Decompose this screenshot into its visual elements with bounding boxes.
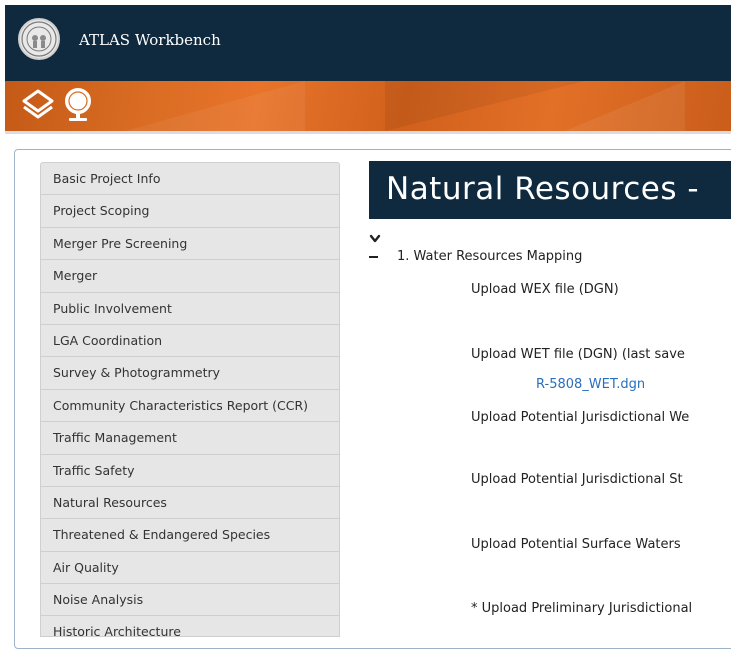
sidebar-item-air-quality[interactable]: Air Quality bbox=[41, 552, 339, 585]
group-title[interactable]: 1. Water Resources Mapping bbox=[397, 249, 582, 264]
sidebar-item-merger[interactable]: Merger bbox=[41, 260, 339, 293]
upload-potential-wetlands-label: Upload Potential Jurisdictional We bbox=[471, 410, 690, 425]
sidebar-item-basic-project-info[interactable]: Basic Project Info bbox=[41, 163, 339, 196]
upload-preliminary-jurisdictional-label: * Upload Preliminary Jurisdictional bbox=[471, 601, 693, 616]
upload-wet-label: Upload WET file (DGN) (last save bbox=[471, 347, 685, 362]
upload-potential-streams-label: Upload Potential Jurisdictional St bbox=[471, 472, 683, 487]
sidebar-item-ccr[interactable]: Community Characteristics Report (CCR) bbox=[41, 390, 339, 423]
sidebar-item-merger-pre-screening[interactable]: Merger Pre Screening bbox=[41, 228, 339, 261]
wet-file-link[interactable]: R-5808_WET.dgn bbox=[536, 377, 645, 392]
sidebar-item-noise-analysis[interactable]: Noise Analysis bbox=[41, 584, 339, 617]
collapse-icon[interactable] bbox=[369, 256, 378, 258]
app-title[interactable]: ATLAS Workbench bbox=[79, 31, 221, 49]
upload-wex-label: Upload WEX file (DGN) bbox=[471, 282, 619, 297]
sidebar-item-traffic-management[interactable]: Traffic Management bbox=[41, 422, 339, 455]
sidebar-item-lga-coordination[interactable]: LGA Coordination bbox=[41, 325, 339, 358]
sidebar-item-survey-photogrammetry[interactable]: Survey & Photogrammetry bbox=[41, 357, 339, 390]
globe-icon[interactable] bbox=[61, 85, 95, 129]
sidebar-nav: Basic Project Info Project Scoping Merge… bbox=[40, 162, 340, 638]
upload-surface-waters-label: Upload Potential Surface Waters bbox=[471, 537, 681, 552]
toolbar-divider bbox=[5, 131, 731, 134]
sidebar-item-public-involvement[interactable]: Public Involvement bbox=[41, 293, 339, 325]
section-title-banner: Natural Resources - bbox=[369, 161, 731, 219]
app-header: ATLAS Workbench bbox=[5, 5, 731, 81]
sidebar-item-traffic-safety[interactable]: Traffic Safety bbox=[41, 455, 339, 487]
chevron-down-icon[interactable] bbox=[369, 229, 381, 248]
sidebar-item-threatened-endangered[interactable]: Threatened & Endangered Species bbox=[41, 519, 339, 552]
toolbar-banner bbox=[5, 81, 731, 131]
layers-icon[interactable] bbox=[21, 85, 55, 129]
nc-state-seal-icon[interactable] bbox=[18, 18, 60, 60]
section-title: Natural Resources - bbox=[386, 171, 700, 207]
sidebar-item-project-scoping[interactable]: Project Scoping bbox=[41, 195, 339, 228]
sidebar-item-natural-resources[interactable]: Natural Resources bbox=[41, 487, 339, 520]
sidebar-item-historic-architecture[interactable]: Historic Architecture bbox=[41, 616, 339, 636]
